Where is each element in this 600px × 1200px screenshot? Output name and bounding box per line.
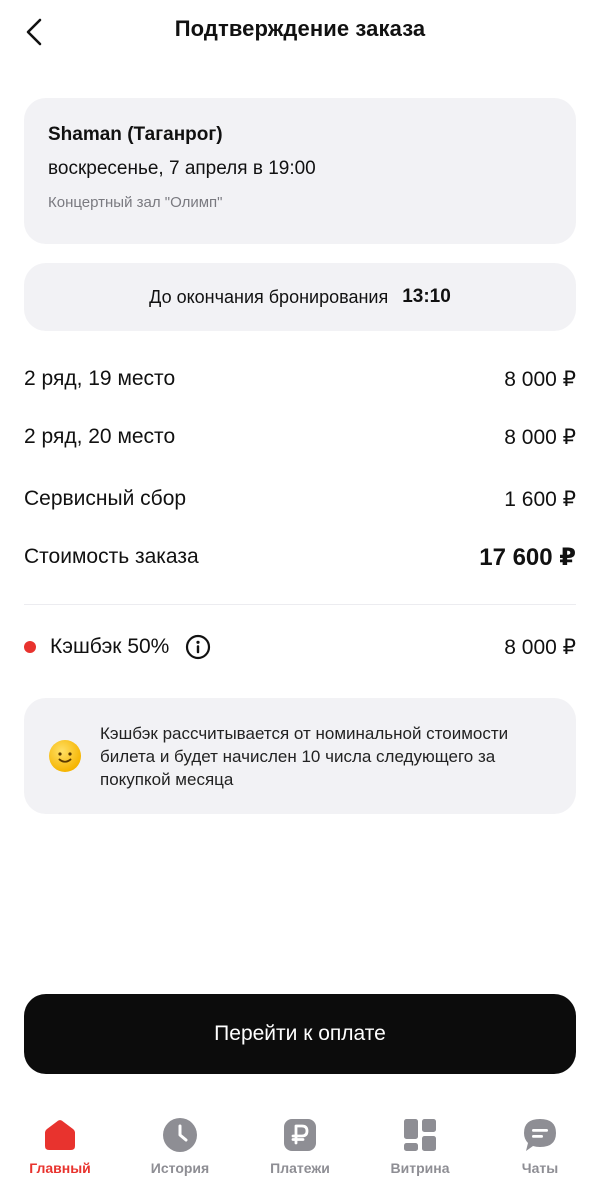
tab-payments[interactable]: Платежи <box>240 1110 360 1200</box>
cashback-row: Кэшбэк 50% 8 000 ₽ <box>24 626 576 668</box>
tab-label: Платежи <box>270 1160 330 1176</box>
info-icon <box>186 634 211 660</box>
tab-history[interactable]: История <box>120 1110 240 1200</box>
line-item-row: 2 ряд, 20 место 8 000 ₽ <box>24 414 576 460</box>
cashback-amount: 8 000 ₽ <box>504 635 576 659</box>
order-total-amount: 17 600 ₽ <box>479 543 576 571</box>
tab-label: История <box>150 1160 210 1176</box>
event-name: Shaman (Таганрог) <box>48 124 223 145</box>
clock-icon <box>163 1118 197 1152</box>
ruble-icon <box>284 1119 316 1151</box>
line-item-label: 2 ряд, 20 место <box>24 425 176 448</box>
tab-label: Чаты <box>521 1160 559 1176</box>
cashback-note-text: Кэшбэк рассчитывается от номинальной сто… <box>100 723 509 789</box>
order-total-row: Стоимость заказа 17 600 ₽ <box>24 534 576 580</box>
smile-emoji-icon <box>49 740 81 772</box>
pay-button[interactable]: Перейти к оплате <box>24 994 576 1074</box>
event-venue: Концертный зал "Олимп" <box>48 194 223 211</box>
line-item-label: Сервисный сбор <box>24 487 187 510</box>
order-line-items: 2 ряд, 19 место 8 000 ₽ 2 ряд, 20 место … <box>24 356 576 580</box>
booking-timer-value: 13:10 <box>402 286 451 307</box>
info-button[interactable] <box>185 634 211 660</box>
tab-label: Витрина <box>390 1160 450 1176</box>
order-total-label: Стоимость заказа <box>24 545 199 568</box>
booking-timer-label: До окончания бронирования <box>149 286 389 307</box>
header: Подтверждение заказа <box>0 0 600 64</box>
chat-icon <box>524 1119 556 1151</box>
grid-icon <box>404 1119 436 1151</box>
home-icon <box>45 1120 75 1150</box>
tab-label: Главный <box>29 1160 91 1176</box>
cashback-left: Кэшбэк 50% <box>24 634 211 660</box>
booking-timer-card: До окончания бронирования 13:10 <box>24 263 576 331</box>
line-item-label: 2 ряд, 19 место <box>24 367 176 390</box>
page-title: Подтверждение заказа <box>174 16 426 41</box>
event-date: воскресенье, 7 апреля в 19:00 <box>48 158 316 179</box>
line-item-row: 2 ряд, 19 место 8 000 ₽ <box>24 356 576 402</box>
line-item-amount: 8 000 ₽ <box>504 367 576 391</box>
cashback-label: Кэшбэк 50% <box>50 635 170 658</box>
bottom-tab-bar: Главный История Платежи Витрина Чаты <box>0 1110 600 1200</box>
divider <box>24 604 576 605</box>
tab-home[interactable]: Главный <box>0 1110 120 1200</box>
cashback-dot-icon <box>24 641 36 653</box>
line-item-row: Сервисный сбор 1 600 ₽ <box>24 476 576 522</box>
cashback-note-card: Кэшбэк рассчитывается от номинальной сто… <box>24 698 576 814</box>
tab-showcase[interactable]: Витрина <box>360 1110 480 1200</box>
tab-chats[interactable]: Чаты <box>480 1110 600 1200</box>
line-item-amount: 1 600 ₽ <box>504 487 576 511</box>
event-card: Shaman (Таганрог) воскресенье, 7 апреля … <box>24 98 576 244</box>
line-item-amount: 8 000 ₽ <box>504 425 576 449</box>
